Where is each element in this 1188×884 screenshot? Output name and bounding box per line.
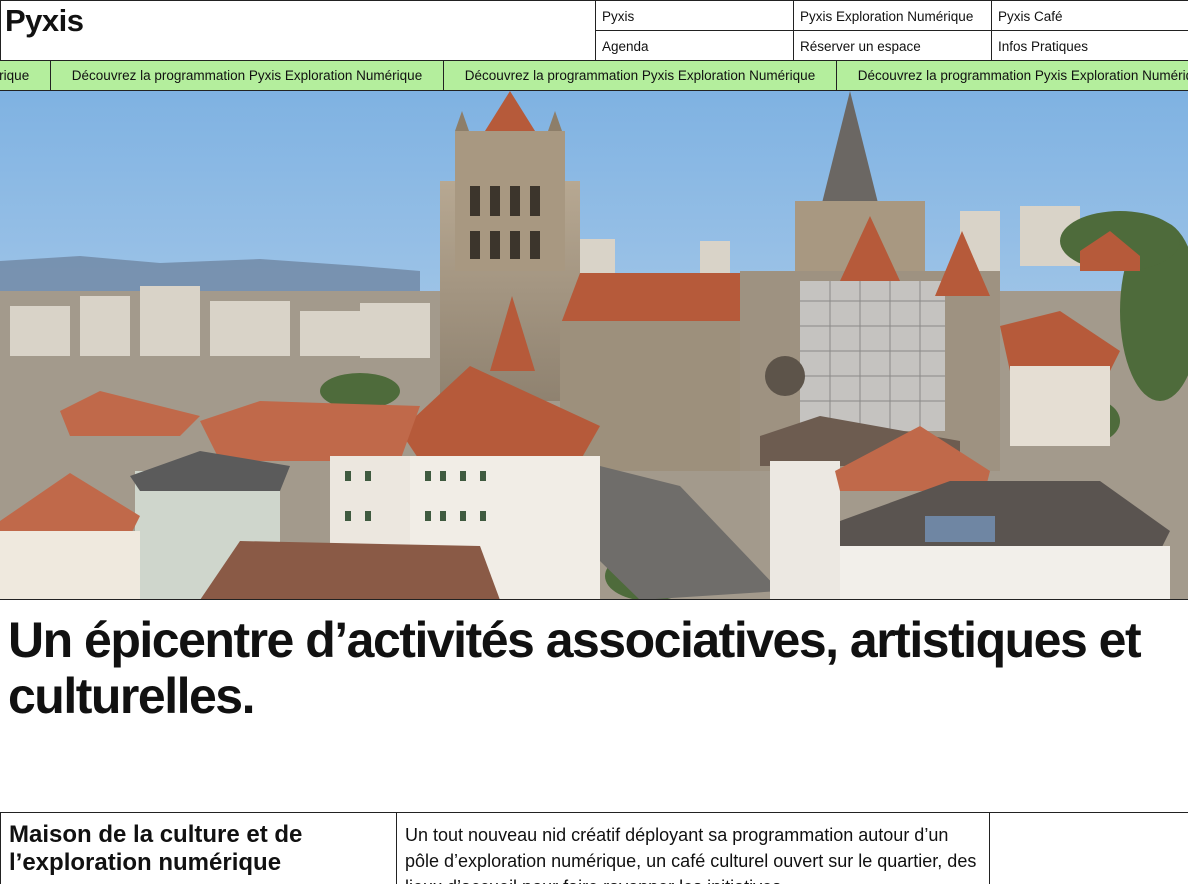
ticker-link[interactable]: Découvrez la programmation Pyxis Explora… (51, 61, 444, 90)
ticker-link[interactable]: Découvrez la programmation Pyxis Explora… (0, 61, 51, 90)
nav-item-pyxis[interactable]: Pyxis (595, 1, 793, 31)
hero-image (0, 91, 1188, 600)
intro-section: Maison de la culture et de l’exploration… (0, 812, 1188, 884)
announcement-ticker: Découvrez la programmation Pyxis Explora… (0, 60, 1188, 91)
nav-item-exploration-numerique[interactable]: Pyxis Exploration Numérique (793, 1, 991, 31)
main-navigation: Pyxis Pyxis Exploration Numérique Pyxis … (595, 1, 1188, 61)
nav-item-infos-pratiques[interactable]: Infos Pratiques (991, 31, 1188, 61)
ticker-link[interactable]: Découvrez la programmation Pyxis Explora… (837, 61, 1188, 90)
nav-item-agenda[interactable]: Agenda (595, 31, 793, 61)
page-headline: Un épicentre d’activités associatives, a… (8, 612, 1142, 724)
ticker-track: Découvrez la programmation Pyxis Explora… (0, 61, 1188, 90)
intro-title: Maison de la culture et de l’exploration… (1, 813, 397, 884)
cathedral-photo (0, 91, 1188, 599)
site-header: Pyxis Pyxis Pyxis Exploration Numérique … (0, 0, 1188, 61)
nav-item-reserver-espace[interactable]: Réserver un espace (793, 31, 991, 61)
ticker-link[interactable]: Découvrez la programmation Pyxis Explora… (444, 61, 837, 90)
nav-item-pyxis-cafe[interactable]: Pyxis Café (991, 1, 1188, 31)
site-logo[interactable]: Pyxis (5, 3, 84, 39)
intro-text: Un tout nouveau nid créatif déployant sa… (397, 813, 990, 884)
